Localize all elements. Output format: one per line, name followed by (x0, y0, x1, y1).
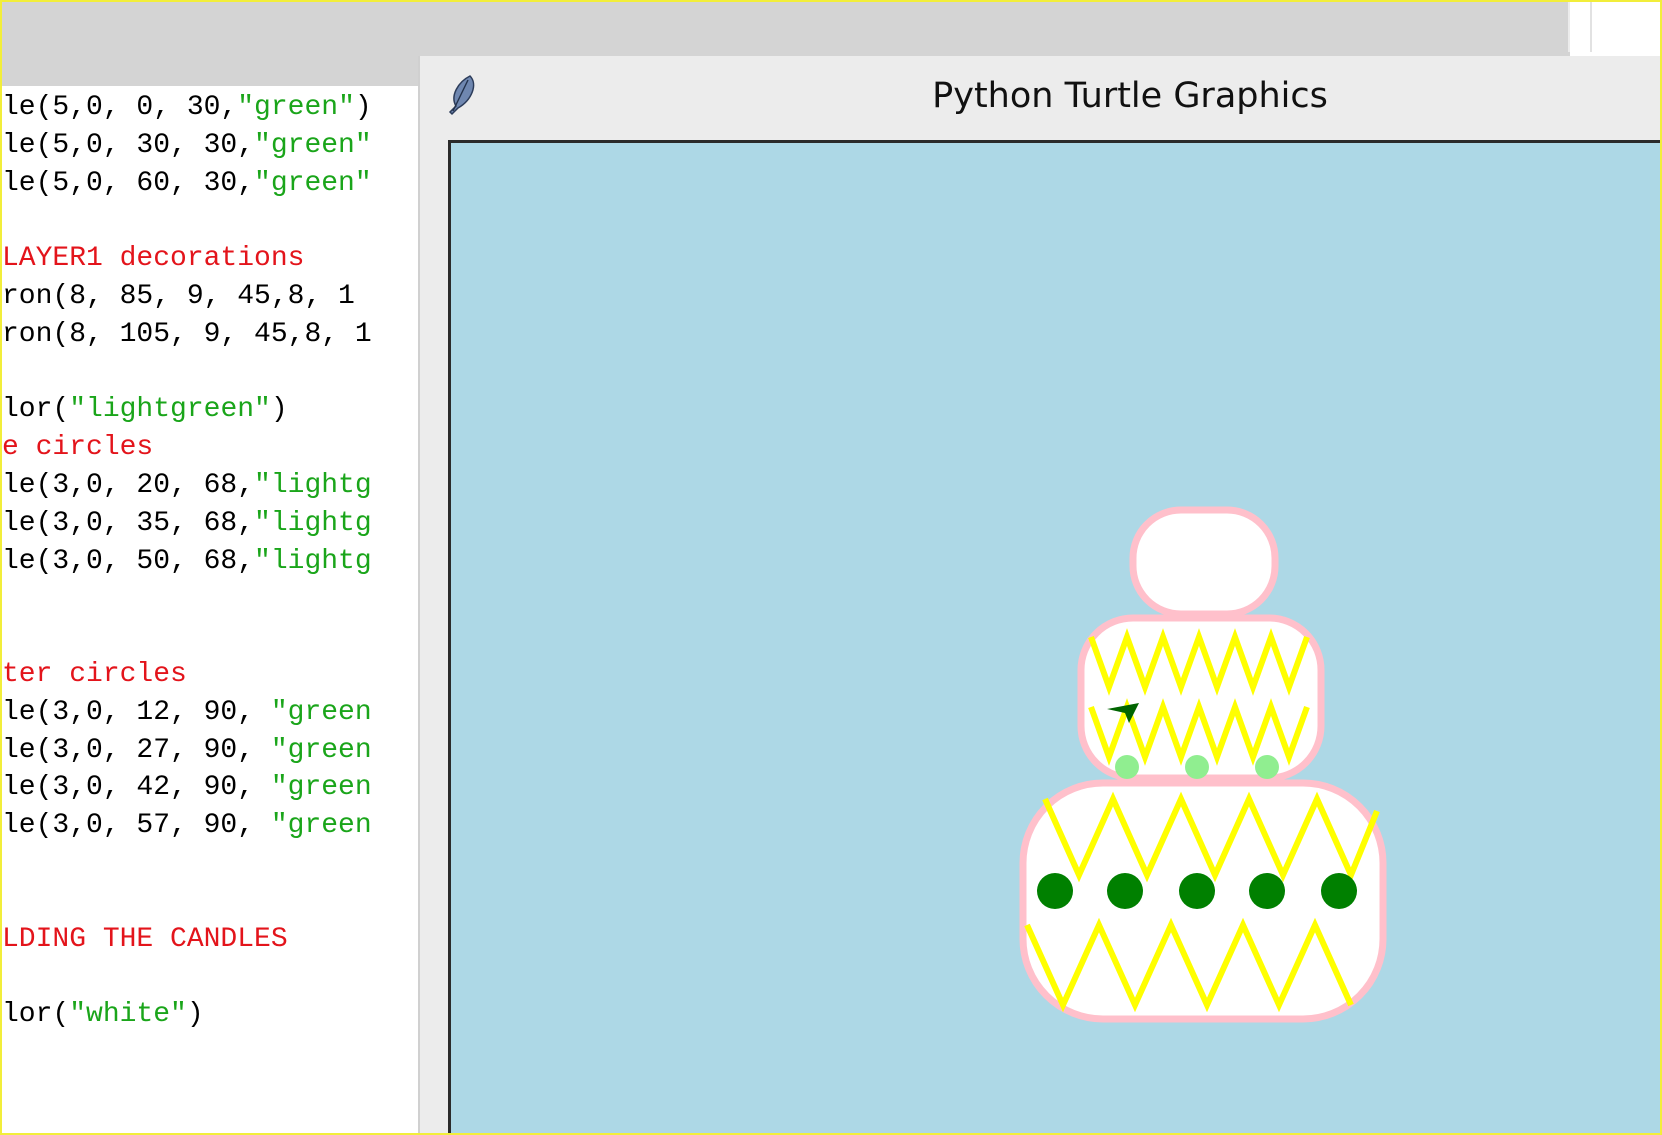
code-string: "green (270, 696, 372, 728)
code-line[interactable]: ron(8, 105, 9, 45,8, 1 (2, 315, 372, 355)
code-text: ron(8, 105, 9, 45,8, 1 (2, 318, 372, 350)
code-text: le(3,0, 27, 90, (2, 734, 271, 766)
code-line[interactable]: le(3,0, 35, 68,"lightg (2, 504, 372, 544)
small-dot (1115, 755, 1139, 779)
code-line[interactable]: le(5,0, 60, 30,"green" (2, 164, 372, 204)
code-string: "lightg (254, 507, 372, 539)
small-dot (1185, 755, 1209, 779)
code-line[interactable]: e circles (2, 428, 153, 468)
code-line[interactable]: le(3,0, 12, 90, "green (2, 693, 372, 733)
code-text: ) (186, 999, 204, 1031)
toolbar-separator (1568, 2, 1570, 52)
cake-top-tier (1129, 506, 1279, 618)
green-dot (1321, 873, 1357, 909)
code-line[interactable]: le(3,0, 20, 68,"lightg (2, 466, 372, 506)
code-line[interactable]: le(5,0, 30, 30,"green" (2, 126, 372, 166)
code-line[interactable]: le(3,0, 50, 68,"lightg (2, 542, 372, 582)
small-dot (1255, 755, 1279, 779)
code-text: le(3,0, 57, 90, (2, 810, 271, 842)
code-text: le(3,0, 50, 68, (2, 545, 255, 577)
code-text: le(3,0, 20, 68, (2, 470, 255, 501)
code-line[interactable]: lor("lightgreen") (2, 390, 288, 430)
green-dot (1179, 873, 1215, 909)
turtle-window-titlebar[interactable]: Python Turtle Graphics (420, 56, 1662, 136)
code-string: "green" (237, 92, 355, 123)
code-text: le(5,0, 0, 30, (2, 92, 238, 123)
green-dot (1037, 873, 1073, 909)
window-title: Python Turtle Graphics (932, 76, 1328, 116)
code-text: le(5,0, 30, 30, (2, 129, 255, 161)
code-text: ron(8, 85, 9, 45,8, 1 (2, 281, 355, 312)
code-line[interactable]: lor("white") (2, 995, 204, 1035)
code-text: ) (270, 394, 288, 426)
code-line[interactable]: ron(8, 85, 9, 45,8, 1 (2, 277, 355, 317)
code-text: le(3,0, 35, 68, (2, 507, 255, 539)
code-string: "green" (254, 129, 372, 161)
code-comment: e circles (2, 432, 154, 464)
green-dot (1249, 873, 1285, 909)
code-line[interactable]: le(3,0, 27, 90, "green (2, 731, 372, 771)
code-string: "lightg (254, 470, 372, 501)
code-line[interactable]: LAYER1 decorations (2, 239, 304, 279)
code-string: "lightg (254, 545, 372, 577)
code-string: "green" (254, 167, 372, 199)
code-line[interactable]: ter circles (2, 655, 187, 695)
green-dot (1107, 873, 1143, 909)
turtle-graphics-window: Python Turtle Graphics (418, 56, 1662, 1133)
background-window-control[interactable] (1590, 2, 1662, 52)
code-string: "green (270, 734, 372, 766)
code-string: "lightgreen" (69, 394, 271, 426)
code-string: "white" (69, 999, 187, 1031)
code-text: lor( (2, 999, 70, 1031)
code-text: ) (354, 92, 372, 123)
code-text: lor( (2, 394, 70, 426)
code-editor[interactable]: le(5,0, 0, 30,"green") le(5,0, 30, 30,"gr… (2, 88, 418, 1133)
code-line[interactable]: LDING THE CANDLES (2, 920, 288, 960)
code-comment: ter circles (2, 659, 187, 690)
code-line[interactable]: le(3,0, 57, 90, "green (2, 806, 372, 846)
code-text: le(3,0, 12, 90, (2, 696, 271, 728)
code-text: le(5,0, 60, 30, (2, 167, 255, 199)
code-text: le(3,0, 42, 90, (2, 772, 271, 804)
turtle-canvas-frame (448, 140, 1662, 1133)
code-line[interactable]: le(3,0, 42, 90, "green (2, 768, 372, 808)
code-line[interactable]: le(5,0, 0, 30,"green") (2, 88, 372, 128)
code-comment: LDING THE CANDLES (2, 923, 288, 955)
code-string: "green (270, 810, 372, 842)
code-string: "green (270, 772, 372, 804)
turtle-canvas[interactable] (451, 143, 1662, 1133)
code-comment: LAYER1 decorations (2, 243, 305, 275)
